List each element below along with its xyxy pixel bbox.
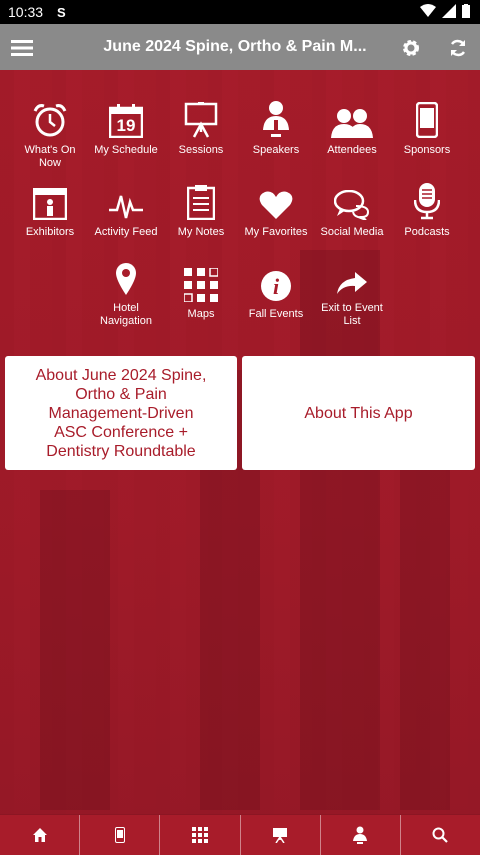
- about-event-label: About June 2024 Spine, Ortho & Pain Mana…: [35, 366, 207, 460]
- tile-exhibitors[interactable]: Exhibitors: [12, 152, 88, 239]
- tile-social-media[interactable]: Social Media: [314, 152, 390, 239]
- exhibitor-booth-icon: [33, 188, 67, 220]
- tile-speakers[interactable]: Speakers: [238, 70, 314, 157]
- info-icon: i: [261, 271, 291, 301]
- grid-map-icon: [191, 827, 208, 843]
- signal-icon: [442, 4, 456, 18]
- chat-bubbles-icon: [334, 190, 370, 220]
- speaker-podium-icon: [263, 101, 289, 137]
- nav-maps[interactable]: [160, 815, 241, 855]
- people-icon: [331, 109, 373, 138]
- presentation-easel-icon: [273, 828, 288, 843]
- tile-label: Maps: [187, 308, 215, 320]
- tile-my-favorites[interactable]: My Favorites: [238, 152, 314, 239]
- about-event-card[interactable]: About June 2024 Spine, Ortho & Pain Mana…: [5, 356, 237, 470]
- alarm-clock-icon: [33, 104, 67, 137]
- tile-attendees[interactable]: Attendees: [314, 70, 390, 157]
- tile-maps[interactable]: Maps: [163, 234, 239, 321]
- tile-activity-feed[interactable]: Activity Feed: [88, 152, 164, 239]
- tile-my-schedule[interactable]: 19 My Schedule: [88, 70, 164, 157]
- nav-sessions[interactable]: [241, 815, 321, 855]
- tile-label: Fall Events: [248, 308, 304, 320]
- pulse-icon: [109, 195, 143, 219]
- tile-exit-to-event-list[interactable]: Exit to Event List: [314, 228, 390, 328]
- tile-label: Exit to Event List: [321, 302, 383, 327]
- presentation-easel-icon: [184, 102, 218, 138]
- app-notification-icon: S: [57, 4, 66, 20]
- tile-label: Podcasts: [404, 226, 450, 238]
- bottom-nav: [0, 814, 480, 855]
- grid-map-icon: [184, 268, 218, 302]
- tile-sponsors[interactable]: Sponsors: [389, 70, 465, 157]
- about-app-label: About This App: [304, 404, 413, 422]
- nav-search[interactable]: [401, 815, 480, 855]
- menu-icon[interactable]: [10, 36, 34, 60]
- wifi-icon: [420, 4, 436, 17]
- page-title: June 2024 Spine, Ortho & Pain M...: [103, 38, 367, 55]
- tile-podcasts[interactable]: Podcasts: [389, 152, 465, 239]
- tile-fall-events[interactable]: i Fall Events: [238, 234, 314, 321]
- heart-icon: [259, 191, 293, 219]
- nav-speakers[interactable]: [321, 815, 401, 855]
- tile-sessions[interactable]: Sessions: [163, 70, 239, 157]
- tile-label: Hotel Navigation: [100, 302, 152, 327]
- gear-icon[interactable]: [399, 36, 423, 60]
- mobile-phone-icon: [416, 102, 438, 138]
- status-bar: 10:33 S: [0, 0, 480, 24]
- microphone-icon: [414, 183, 440, 220]
- about-app-card[interactable]: About This App: [242, 356, 475, 470]
- status-time: 10:33: [8, 4, 44, 20]
- map-pin-icon: [116, 263, 136, 295]
- speaker-podium-icon: [353, 826, 368, 844]
- nav-home[interactable]: [0, 815, 81, 855]
- tile-my-notes[interactable]: My Notes: [163, 152, 239, 239]
- home-icon: [32, 828, 47, 842]
- nav-sponsors[interactable]: [80, 815, 161, 855]
- clipboard-icon: [187, 185, 215, 220]
- search-icon: [432, 827, 449, 843]
- tile-label: Exhibitors: [25, 226, 75, 238]
- calendar-day: 19: [116, 116, 136, 135]
- svg-text:i: i: [273, 274, 280, 299]
- tile-hotel-navigation[interactable]: Hotel Navigation: [88, 228, 164, 328]
- mobile-phone-icon: [114, 827, 125, 843]
- battery-icon: [462, 4, 470, 18]
- app-bar: June 2024 Spine, Ortho & Pain M...: [0, 24, 480, 70]
- refresh-icon[interactable]: [446, 36, 470, 60]
- share-arrow-icon: [337, 272, 367, 294]
